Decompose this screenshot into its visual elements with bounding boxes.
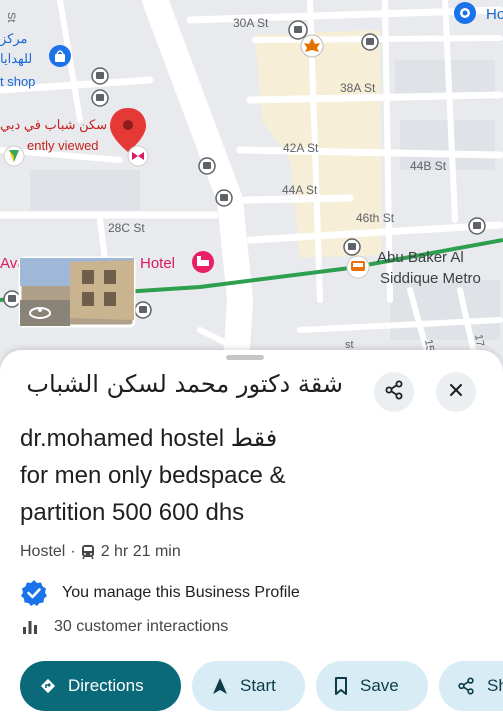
bookmark-icon: [334, 677, 348, 695]
poi-label-arabic: للهدايا: [0, 51, 32, 67]
customer-interactions[interactable]: 30 customer interactions: [22, 618, 228, 636]
share-chip-button[interactable]: Sh: [439, 661, 503, 711]
directions-icon: [40, 678, 56, 694]
bus-stop-icon[interactable]: [215, 189, 233, 207]
place-title: dr.mohamed hostel فقط for men only bedsp…: [20, 420, 360, 531]
location-icon[interactable]: [454, 2, 476, 24]
start-label: Start: [240, 676, 276, 695]
street-label: 44A St: [282, 183, 318, 197]
pin-label-arabic: سكن شباب في دبي: [0, 117, 107, 133]
hotel-label: Hotel: [140, 255, 175, 272]
share-icon: [457, 677, 475, 695]
street-view-thumbnail[interactable]: [18, 256, 136, 328]
bus-stop-icon[interactable]: [288, 20, 308, 40]
interactions-text: 30 customer interactions: [54, 618, 229, 635]
poi-label-arabic: مركز: [0, 31, 28, 47]
place-title-line: partition 500 600 dhs: [20, 499, 245, 526]
bus-stop-icon[interactable]: [91, 89, 109, 107]
maple-leaf-poi-icon[interactable]: [300, 34, 324, 58]
start-button[interactable]: Start: [192, 661, 305, 711]
close-icon: [448, 382, 464, 403]
save-button[interactable]: Save: [316, 661, 428, 711]
verified-badge-icon: [20, 579, 48, 607]
place-meta: Hostel · 2 hr 21 min: [20, 543, 181, 561]
bar-chart-icon: [22, 619, 38, 635]
metro-station-icon[interactable]: [346, 255, 370, 279]
place-category: Hostel: [20, 543, 66, 560]
business-profile-status[interactable]: You manage this Business Profile: [20, 579, 300, 607]
bus-stop-icon[interactable]: [3, 290, 21, 308]
poi-label: t shop: [0, 74, 35, 89]
street-label: 30A St: [233, 16, 269, 30]
poi-label: Ho: [486, 6, 503, 23]
street-label: 42A St: [283, 141, 319, 155]
recently-viewed-icon: [3, 145, 25, 167]
navigation-arrow-icon: [212, 677, 228, 695]
street-label: 38A St: [340, 81, 376, 95]
street-label: 17: [472, 333, 486, 347]
transit-icon: [81, 544, 95, 560]
share-button[interactable]: [374, 372, 414, 412]
hotel-icon[interactable]: [192, 251, 214, 273]
bus-stop-icon[interactable]: [343, 238, 361, 256]
place-details-sheet: شقة دكتور محمد لسكن الشباب dr.mohamed ho…: [0, 350, 503, 720]
share-icon: [384, 380, 404, 405]
street-label: St: [5, 12, 17, 22]
pin-label-recently-viewed: ently viewed: [27, 138, 99, 153]
save-label: Save: [360, 676, 399, 695]
transit-time: 2 hr 21 min: [100, 543, 181, 560]
directions-label: Directions: [68, 676, 144, 695]
bus-stop-icon[interactable]: [134, 301, 152, 319]
bus-stop-icon[interactable]: [468, 217, 486, 235]
metro-label-line1: Abu Baker Al: [377, 249, 464, 266]
close-button[interactable]: [436, 372, 476, 412]
place-title-arabic: شقة دكتور محمد لسكن الشباب: [26, 370, 343, 398]
street-label: 28C St: [108, 221, 145, 235]
share-label: Sh: [487, 676, 503, 695]
map-view[interactable]: 30A St 38A St 42A St 44A St 44B St 46th …: [0, 0, 503, 380]
bus-stop-icon[interactable]: [361, 33, 379, 51]
place-title-line: dr.mohamed hostel فقط: [20, 425, 278, 452]
place-title-line: for men only bedspace &: [20, 462, 286, 489]
metro-label-line2: Siddique Metro: [380, 270, 481, 287]
manage-profile-text: You manage this Business Profile: [62, 584, 300, 601]
shopping-bag-icon[interactable]: [49, 45, 71, 67]
bus-stop-icon[interactable]: [198, 157, 216, 175]
bus-stop-icon[interactable]: [91, 67, 109, 85]
street-label: 44B St: [410, 159, 447, 173]
drag-handle[interactable]: [226, 355, 264, 360]
meta-separator: ·: [70, 543, 76, 560]
street-label: 46th St: [356, 211, 395, 225]
directions-button[interactable]: Directions: [20, 661, 181, 711]
